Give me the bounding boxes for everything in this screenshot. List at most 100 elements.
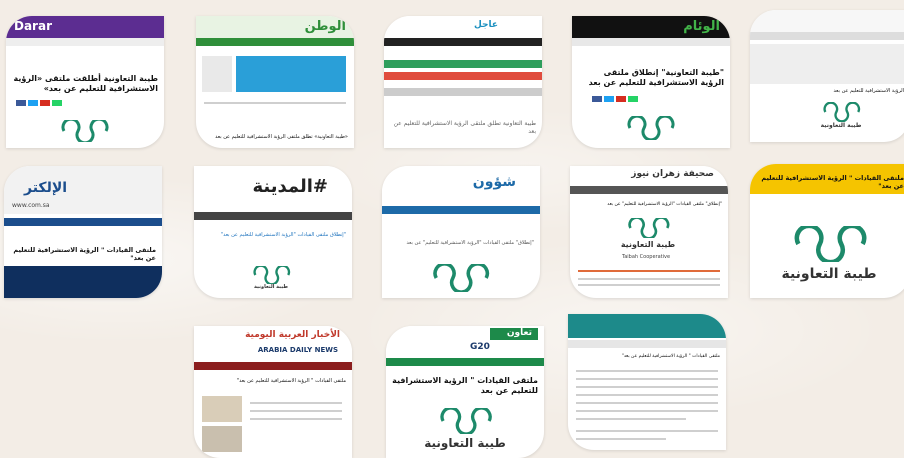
site-logo: الوئام <box>683 19 720 34</box>
taibah-name: طيبة التعاونية <box>424 436 506 450</box>
share-icon <box>40 100 50 106</box>
clipping-card-darar[interactable]: Darar طيبة التعاونية أطلقت ملتقى «الرؤية… <box>6 16 164 148</box>
share-icon <box>628 96 638 102</box>
site-nav <box>568 340 726 348</box>
taibah-logo-icon <box>61 120 109 142</box>
divider <box>576 410 718 412</box>
site-logo: Darar <box>14 19 52 33</box>
divider <box>576 370 718 372</box>
taibah-logo-icon <box>628 218 670 238</box>
thumbnail-image <box>202 396 242 422</box>
share-icon <box>616 96 626 102</box>
divider <box>578 278 720 280</box>
taibah-name-en: Taibah Cooperative <box>622 254 671 260</box>
site-nav <box>196 38 354 46</box>
taibah-logo-icon <box>627 116 675 140</box>
g20-tag: G20 <box>470 342 490 352</box>
site-logo: الإلكتر <box>24 180 68 196</box>
site-header <box>382 166 540 204</box>
article-headline: ملتقى القيادات " الرؤية الاستشرافية للتع… <box>236 378 346 384</box>
article-headline: طيبة التعاونية أطلقت ملتقى «الرؤية الاست… <box>13 74 158 93</box>
divider <box>576 418 686 420</box>
divider <box>578 284 720 286</box>
thumbnail-image <box>202 426 242 452</box>
article-headline: "طيبة التعاونية" إنطلاق ملتقى الرؤية الا… <box>588 68 724 87</box>
taibah-name: طيبة التعاونية <box>254 284 288 290</box>
site-logo: #المدينة <box>252 176 329 197</box>
site-nav <box>572 38 730 46</box>
share-icon <box>592 96 602 102</box>
site-nav <box>382 206 540 214</box>
site-nav <box>194 212 352 220</box>
taibah-name: طيبة التعاونية <box>620 240 676 249</box>
divider <box>204 102 346 104</box>
article-headline: "إنطلاق" ملتقى القيادات "الرؤية الاستشرا… <box>406 240 535 246</box>
divider <box>576 402 718 404</box>
sidebar-ad <box>202 56 232 92</box>
site-logo: صحيفة زهران نيوز <box>631 169 714 179</box>
site-url: www.com.sa <box>12 202 50 209</box>
site-header <box>568 314 726 338</box>
article-headline: "إنطلاق ملتقى القيادات "الرؤية الاستشراف… <box>220 232 346 238</box>
clipping-card-almadina[interactable]: #المدينة "إنطلاق ملتقى القيادات "الرؤية … <box>194 166 352 298</box>
article-headline: ملتقى القيادات " الرؤية الاستشرافية للتع… <box>621 354 720 359</box>
divider <box>250 402 342 404</box>
site-header <box>750 10 904 32</box>
site-url: ARABIA DAILY NEWS <box>257 346 338 354</box>
divider <box>576 430 718 432</box>
clipping-card-5[interactable]: الرؤية الاستشرافية للتعليم عن بعد طيبة ا… <box>750 10 904 142</box>
share-icon <box>16 100 26 106</box>
site-nav <box>386 358 544 366</box>
site-logo: تعاون <box>506 328 532 338</box>
slider-image <box>750 44 904 84</box>
article-headline: ملتقى القيادات " الرؤية الاستشرافية للتع… <box>392 376 538 395</box>
article-headline: "إنطلاق" ملتقى القيادات "الرؤية الاستشرا… <box>607 202 722 207</box>
site-logo: الأخبار العربية اليومية <box>245 330 340 340</box>
clipping-card-13[interactable]: ملتقى القيادات " الرؤية الاستشرافية للتع… <box>568 314 726 450</box>
share-icon <box>52 100 62 106</box>
taibah-logo-icon <box>433 264 490 292</box>
clipping-card-alwatan[interactable]: الوطن «طيبة التعاونية» تطلق ملتقى الرؤية… <box>196 16 354 148</box>
clipping-card-arabia-daily[interactable]: الأخبار العربية اليومية ARABIA DAILY NEW… <box>194 326 352 458</box>
divider <box>250 418 342 420</box>
divider <box>250 410 342 412</box>
clipping-card-10[interactable]: ملتقى القيادات " الرؤية الاستشرافية للتع… <box>750 164 904 298</box>
divider <box>576 378 718 380</box>
article-headline: طيبة التعاونية تطلق ملتقى الرؤية الاستشر… <box>393 120 536 135</box>
article-image <box>4 266 162 298</box>
article-headline: «طيبة التعاونية» تطلق ملتقى الرؤية الاست… <box>215 134 348 140</box>
site-nav <box>6 38 164 46</box>
share-icon <box>604 96 614 102</box>
clipping-card-ajel[interactable]: عاجل طيبة التعاونية تطلق ملتقى الرؤية ال… <box>384 16 542 148</box>
divider <box>578 270 720 272</box>
divider <box>576 394 718 396</box>
green-strip <box>384 60 542 68</box>
site-nav <box>384 38 542 46</box>
red-strip <box>384 72 542 80</box>
clipping-card-electronic[interactable]: الإلكتر www.com.sa ملتقى القيادات " الرؤ… <box>4 166 162 298</box>
site-nav <box>194 362 352 370</box>
divider <box>576 438 666 440</box>
taibah-name: طيبة التعاونية <box>781 266 877 282</box>
taibah-logo-icon <box>253 266 291 284</box>
share-icon <box>28 100 38 106</box>
site-nav <box>4 218 162 226</box>
taibah-name: طيبة التعاونية <box>820 122 862 129</box>
clipping-card-taawun[interactable]: تعاون G20 ملتقى القيادات " الرؤية الاستش… <box>386 326 544 458</box>
gray-strip <box>384 88 542 96</box>
site-logo: شؤون <box>472 174 516 190</box>
article-headline: ملتقى القيادات " الرؤية الاستشرافية للتع… <box>761 174 904 191</box>
article-headline: الرؤية الاستشرافية للتعليم عن بعد <box>833 88 904 94</box>
banner-image <box>236 56 346 92</box>
clipping-card-alwiam[interactable]: الوئام "طيبة التعاونية" إنطلاق ملتقى الر… <box>572 16 730 148</box>
clipping-card-shoon[interactable]: شؤون "إنطلاق" ملتقى القيادات "الرؤية الا… <box>382 166 540 298</box>
site-header <box>384 16 542 38</box>
site-logo: عاجل <box>473 20 498 30</box>
clipping-card-zahran[interactable]: صحيفة زهران نيوز "إنطلاق" ملتقى القيادات… <box>570 166 728 298</box>
article-headline: ملتقى القيادات " الرؤية الاستشرافية للتع… <box>13 246 156 263</box>
site-nav <box>570 186 728 194</box>
site-nav <box>750 32 904 40</box>
site-logo: الوطن <box>304 19 346 34</box>
taibah-logo-icon <box>794 226 867 262</box>
taibah-logo-icon <box>823 102 861 122</box>
